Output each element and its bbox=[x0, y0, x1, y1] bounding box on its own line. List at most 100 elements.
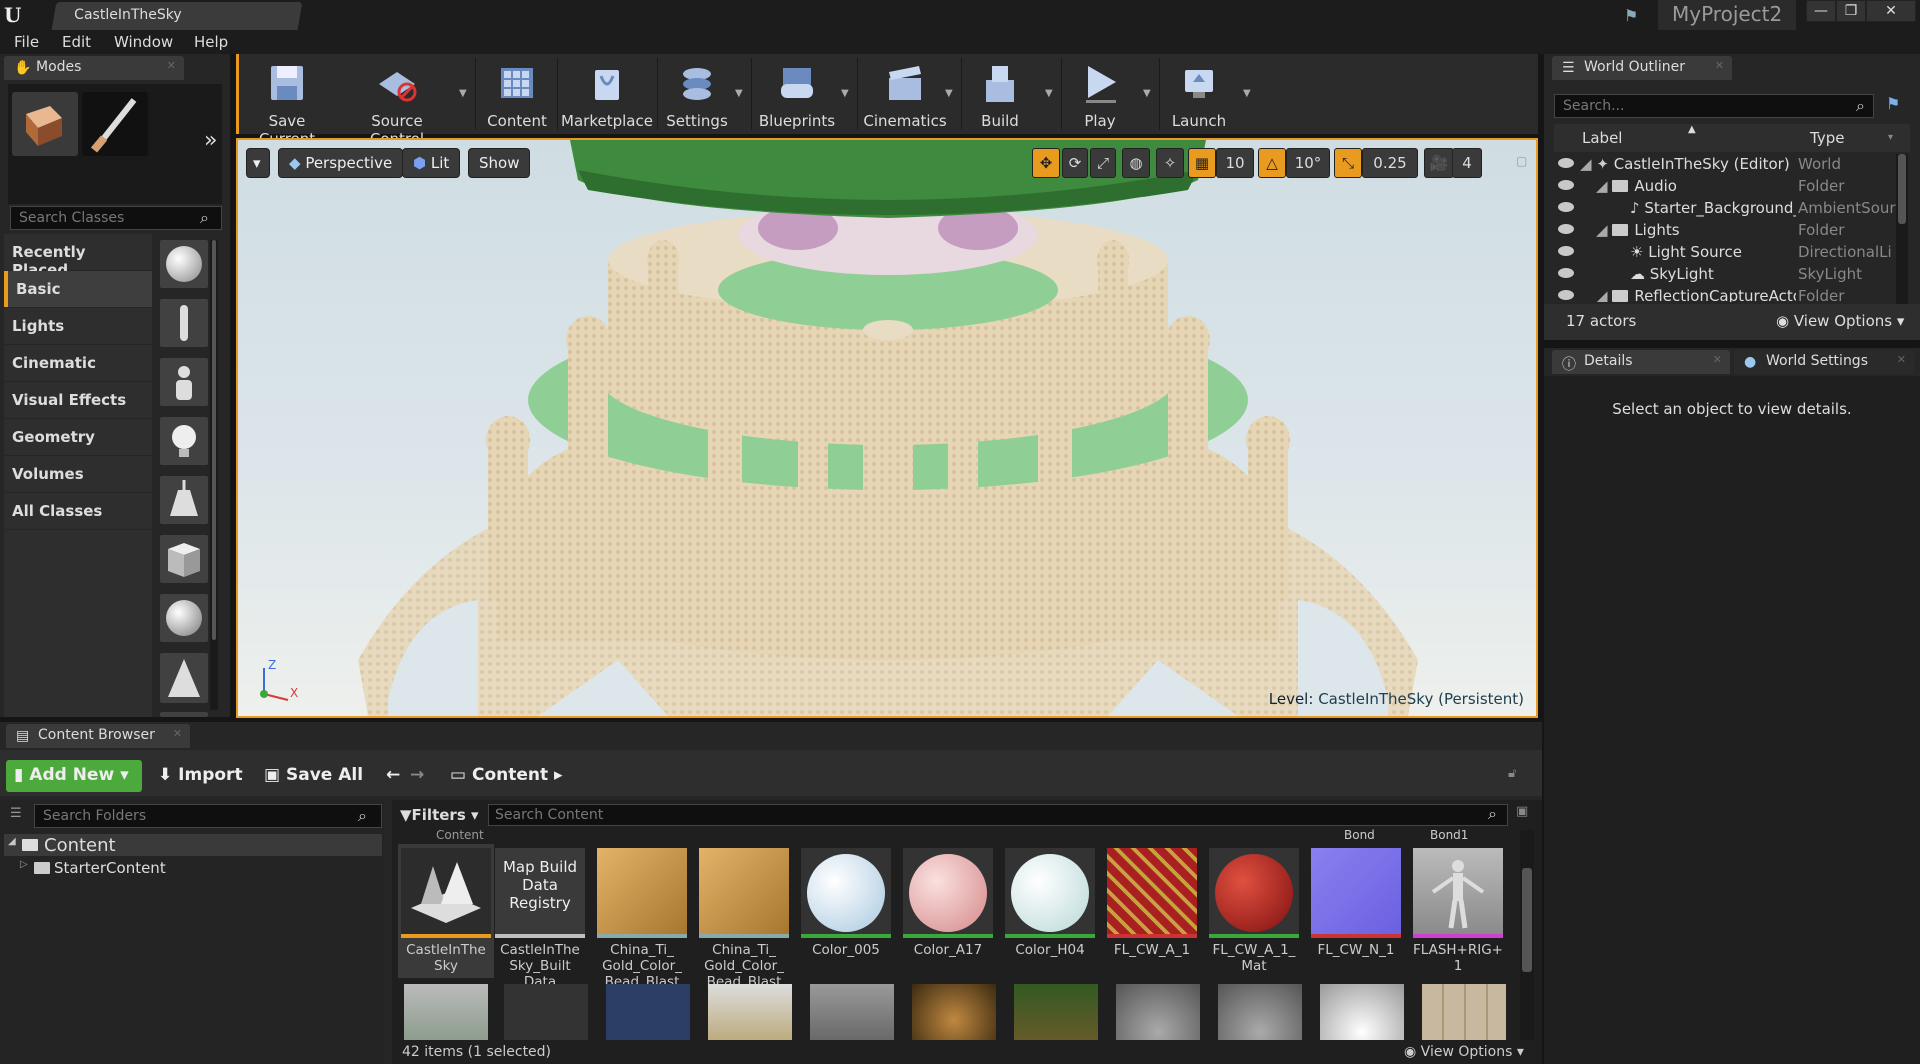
tab-world-settings[interactable]: ● World Settings ✕ bbox=[1734, 350, 1914, 374]
visibility-eye-icon[interactable] bbox=[1558, 246, 1574, 256]
close-button[interactable]: ✕ bbox=[1866, 0, 1916, 22]
close-icon[interactable]: ✕ bbox=[1713, 353, 1722, 366]
tab-details[interactable]: ⓘ Details ✕ bbox=[1552, 350, 1730, 374]
column-label[interactable]: Label bbox=[1582, 129, 1622, 147]
tree-item-starter-content[interactable]: ▷ StarterContent bbox=[18, 858, 378, 878]
save-all-button[interactable]: ▣ Save All bbox=[256, 760, 371, 792]
asset-tile[interactable]: Map Build Data Registry CastleInThe Sky_… bbox=[492, 844, 588, 990]
scale-snap-value[interactable]: 0.25 bbox=[1362, 148, 1418, 178]
sphere-thumb[interactable] bbox=[160, 594, 208, 642]
source-control-dropdown-icon[interactable]: ▼ bbox=[459, 88, 467, 99]
category-volumes[interactable]: Volumes bbox=[4, 456, 152, 492]
show-button[interactable]: Show bbox=[468, 148, 531, 178]
outliner-scrollbar[interactable] bbox=[1896, 154, 1908, 304]
build-button[interactable]: Build bbox=[967, 62, 1033, 130]
visibility-eye-icon[interactable] bbox=[1558, 268, 1574, 278]
outliner-row[interactable]: ◢ Audio Folder bbox=[1554, 176, 1899, 198]
tab-modes[interactable]: ✋ Modes ✕ bbox=[4, 56, 184, 80]
lit-button[interactable]: ⬢ Lit bbox=[402, 148, 461, 178]
tab-content-browser[interactable]: ▤ Content Browser ✕ bbox=[6, 724, 190, 748]
empty-actor-thumb[interactable] bbox=[160, 240, 208, 288]
column-type[interactable]: Type bbox=[1810, 129, 1844, 147]
asset-thumb[interactable] bbox=[810, 984, 894, 1040]
visibility-eye-icon[interactable] bbox=[1558, 290, 1574, 300]
paint-mode-button[interactable] bbox=[82, 92, 148, 156]
close-icon[interactable]: ✕ bbox=[1897, 353, 1906, 366]
visibility-eye-icon[interactable] bbox=[1558, 180, 1574, 190]
save-current-button[interactable]: Save Current bbox=[245, 62, 329, 148]
blueprints-button[interactable]: Blueprints bbox=[755, 62, 839, 130]
more-modes-chevron-icon[interactable]: » bbox=[204, 128, 217, 153]
asset-tile[interactable]: China_Ti_ Gold_Color_ Bead_Blast bbox=[696, 844, 792, 990]
asset-scrollbar[interactable] bbox=[1520, 830, 1534, 1040]
cube-thumb[interactable] bbox=[160, 535, 208, 583]
source-control-button[interactable]: Source Control bbox=[347, 62, 447, 148]
maximize-viewport-icon[interactable]: ▢ bbox=[1516, 154, 1527, 168]
visibility-eye-icon[interactable] bbox=[1558, 202, 1574, 212]
collapse-arrow-icon[interactable]: ◢ bbox=[1596, 177, 1608, 195]
search-content-input[interactable]: Search Content bbox=[488, 804, 1508, 826]
grid-snap-icon[interactable]: ▦ bbox=[1188, 148, 1216, 178]
category-lights[interactable]: Lights bbox=[4, 308, 152, 344]
marketplace-button[interactable]: Marketplace bbox=[561, 62, 653, 130]
translate-tool-icon[interactable]: ✥ bbox=[1032, 148, 1060, 178]
surface-snap-icon[interactable]: ✧ bbox=[1156, 148, 1184, 178]
collapse-arrow-icon[interactable]: ◢ bbox=[1596, 221, 1608, 239]
close-icon[interactable]: ✕ bbox=[1715, 59, 1724, 72]
collapse-arrow-icon[interactable]: ◢ bbox=[1580, 155, 1592, 173]
modes-scrollbar[interactable] bbox=[210, 240, 218, 710]
menu-edit[interactable]: Edit bbox=[62, 33, 91, 51]
menu-help[interactable]: Help bbox=[194, 33, 228, 51]
asset-thumb[interactable] bbox=[504, 984, 588, 1040]
tree-item-content[interactable]: ◢ Content bbox=[4, 834, 382, 856]
visibility-eye-icon[interactable] bbox=[1558, 158, 1574, 168]
outliner-row[interactable]: ◢ Lights Folder bbox=[1554, 220, 1899, 242]
save-search-icon[interactable]: ▣ bbox=[1516, 804, 1528, 819]
asset-thumb[interactable] bbox=[912, 984, 996, 1040]
category-geometry[interactable]: Geometry bbox=[4, 419, 152, 455]
outliner-row[interactable]: ☀ Light Source DirectionalLi bbox=[1554, 242, 1899, 264]
add-folder-icon[interactable]: ⚑ bbox=[1886, 94, 1900, 113]
collapse-arrow-icon[interactable]: ◢ bbox=[1596, 287, 1608, 302]
forward-button[interactable]: → bbox=[402, 760, 432, 792]
category-cinematic[interactable]: Cinematic bbox=[4, 345, 152, 381]
outliner-row[interactable]: ☁ SkyLight SkyLight bbox=[1554, 264, 1899, 286]
play-button[interactable]: Play bbox=[1067, 62, 1133, 130]
outliner-row[interactable]: ◢ ✦ CastleInTheSky (Editor) World bbox=[1554, 154, 1899, 176]
level-tab[interactable]: CastleInTheSky bbox=[51, 2, 303, 30]
category-recently-placed[interactable]: Recently Placed bbox=[4, 234, 152, 279]
launch-dropdown-icon[interactable]: ▼ bbox=[1243, 88, 1251, 99]
visibility-eye-icon[interactable] bbox=[1558, 224, 1574, 234]
asset-tile[interactable]: Color_005 bbox=[798, 844, 894, 958]
scale-tool-icon[interactable]: ⤢ bbox=[1090, 148, 1116, 178]
search-folders-input[interactable]: Search Folders bbox=[34, 804, 382, 828]
content-button[interactable]: Content bbox=[481, 62, 553, 130]
asset-thumb[interactable] bbox=[1218, 984, 1302, 1040]
maximize-button[interactable]: ❐ bbox=[1836, 0, 1866, 22]
cinematics-button[interactable]: Cinematics bbox=[861, 62, 949, 130]
view-options-button[interactable]: ◉ View Options ▾ bbox=[1776, 312, 1904, 330]
collapse-arrow-icon[interactable]: ◢ bbox=[8, 836, 16, 847]
rotate-tool-icon[interactable]: ⟳ bbox=[1062, 148, 1088, 178]
asset-tile[interactable]: FL_CW_A_1 bbox=[1104, 844, 1200, 958]
outliner-search-input[interactable]: Search... bbox=[1554, 94, 1874, 118]
asset-thumb[interactable] bbox=[708, 984, 792, 1040]
asset-tile[interactable]: Color_A17 bbox=[900, 844, 996, 958]
search-classes-input[interactable]: Search Classes bbox=[10, 206, 222, 230]
menu-window[interactable]: Window bbox=[114, 33, 173, 51]
perspective-button[interactable]: ◆ Perspective bbox=[278, 148, 404, 178]
pawn-thumb[interactable] bbox=[160, 358, 208, 406]
asset-tile[interactable]: FL_CW_N_1 bbox=[1308, 844, 1404, 958]
category-visual-effects[interactable]: Visual Effects bbox=[4, 382, 152, 418]
asset-tile[interactable]: Color_H04 bbox=[1002, 844, 1098, 958]
character-thumb[interactable] bbox=[160, 299, 208, 347]
close-icon[interactable]: ✕ bbox=[167, 59, 176, 72]
play-dropdown-icon[interactable]: ▼ bbox=[1143, 88, 1151, 99]
menu-file[interactable]: File bbox=[14, 33, 39, 51]
content-view-options-button[interactable]: ◉ View Options ▾ bbox=[1404, 1044, 1524, 1060]
player-start-thumb[interactable] bbox=[160, 476, 208, 524]
category-all-classes[interactable]: All Classes bbox=[4, 493, 152, 529]
add-new-button[interactable]: ▮ Add New ▾ bbox=[6, 760, 142, 792]
asset-tile[interactable]: CastleInThe Sky bbox=[398, 844, 494, 978]
settings-dropdown-icon[interactable]: ▼ bbox=[735, 88, 743, 99]
